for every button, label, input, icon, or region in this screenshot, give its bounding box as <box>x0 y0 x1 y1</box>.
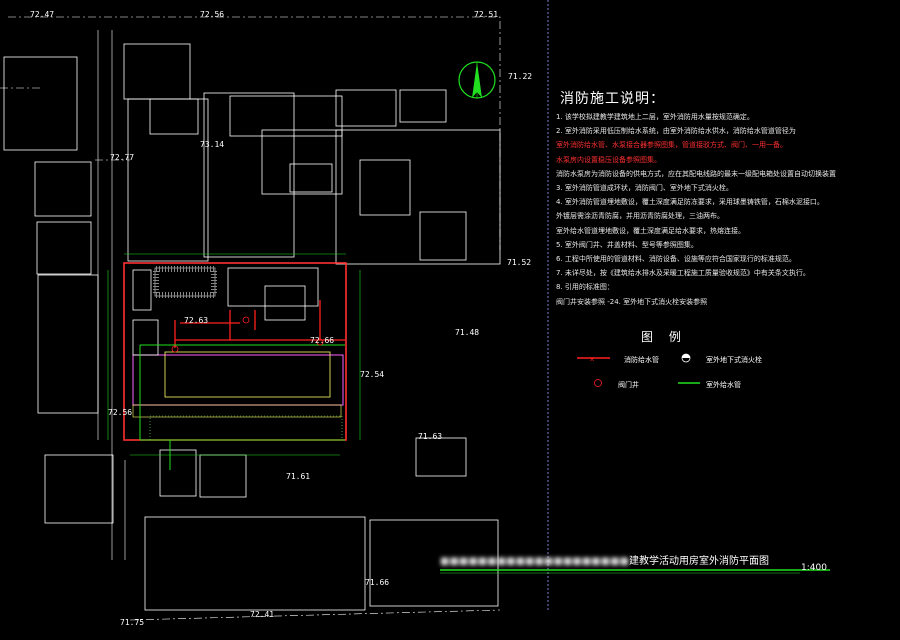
elevation-label: 72.77 <box>110 153 135 162</box>
water-pipes <box>139 344 345 470</box>
elevation-label: 72.63 <box>184 316 209 325</box>
site-plan-drawing: x <box>0 0 830 621</box>
note-line: 消防水泵房为消防设备的供电方式，应在其配电线路的最末一级配电箱处设置自动切换装置 <box>556 169 836 178</box>
legend-label-fire-pipe: 消防给水管 <box>624 356 659 364</box>
drawing-title: ■■■■■■■■■■■■■■■■■■■■建教学活动用房室外消防平面图 <box>440 556 769 567</box>
elevation-label: 71.52 <box>507 258 532 267</box>
note-line: 1. 该学校拟建教学建筑地上二层，室外消防用水量按规范确定。 <box>556 113 754 121</box>
note-line: 阀门井安装参照 -24. 室外地下式消火栓安装参照 <box>556 297 708 306</box>
note-line: 2. 室外消防采用低压制给水系统，由室外消防给水供水，消防给水管道管径为 <box>556 127 796 136</box>
site-boundary <box>8 16 501 250</box>
note-line: 水泵房内设置稳压设备参照图集。 <box>556 155 661 164</box>
legend-label-water-pipe: 室外给水管 <box>706 381 741 389</box>
note-line: 8. 引用的标准图： <box>556 283 614 292</box>
legend-title: 图 例 <box>641 330 687 344</box>
surrounding-buildings <box>3 43 501 611</box>
drawing-title-text: 建教学活动用房室外消防平面图 <box>628 556 769 567</box>
legend-label-hydrant: 室外地下式消火栓 <box>706 356 762 364</box>
note-line: 室外消防给水管、水泵接合器参照图集，管道接驳方式、阀门、一用一备。 <box>556 141 787 150</box>
elevation-label: 72.54 <box>360 370 385 379</box>
elevation-label: 71.48 <box>455 328 480 337</box>
note-line: 5. 室外阀门井、井盖材料、型号等参照图集。 <box>556 240 698 249</box>
elevation-label: 72.56 <box>108 408 133 417</box>
note-line: 外镀层需涂沥青防腐，并用沥青防腐处理，三油两布。 <box>556 212 724 221</box>
note-line: 7. 未详尽处，按《建筑给水排水及采暖工程施工质量验收规范》中有关条文执行。 <box>556 269 810 278</box>
legend-label-valve-well: 阀门井 <box>618 381 639 389</box>
drawing-scale: 1:400 <box>801 563 827 573</box>
teaching-building <box>132 354 344 406</box>
elevation-label: 71.75 <box>120 618 145 627</box>
svg-text:x: x <box>590 355 594 363</box>
notes-title: 消防施工说明： <box>560 91 665 107</box>
note-line: 室外给水管道埋地敷设，覆土深度满足给水要求，热熔连接。 <box>556 226 745 235</box>
north-arrow-icon <box>458 61 496 99</box>
note-line: 3. 室外消防管道成环状，消防阀门、室外地下式消火栓。 <box>556 184 733 192</box>
elevation-label: 72.56 <box>200 10 225 19</box>
elevation-label: 72.66 <box>310 336 335 345</box>
elevation-label: 71.63 <box>418 432 443 441</box>
elevation-label: 72.51 <box>474 10 499 19</box>
elevation-label: 71.61 <box>286 472 311 481</box>
note-line: 6. 工程中所使用的管道材料、消防设备、设施等应符合国家现行的标准规范。 <box>556 255 796 263</box>
elevation-label: 71.66 <box>365 578 390 587</box>
elevation-label: 72.41 <box>250 610 275 619</box>
elevation-label: 71.22 <box>508 72 533 81</box>
elevation-label: 73.14 <box>200 140 225 149</box>
elevation-label: 72.47 <box>30 10 55 19</box>
note-line: 4. 室外消防管道埋地敷设，覆土深度满足防冻要求，采用球墨铸铁管，石棉水泥接口。 <box>556 198 824 207</box>
